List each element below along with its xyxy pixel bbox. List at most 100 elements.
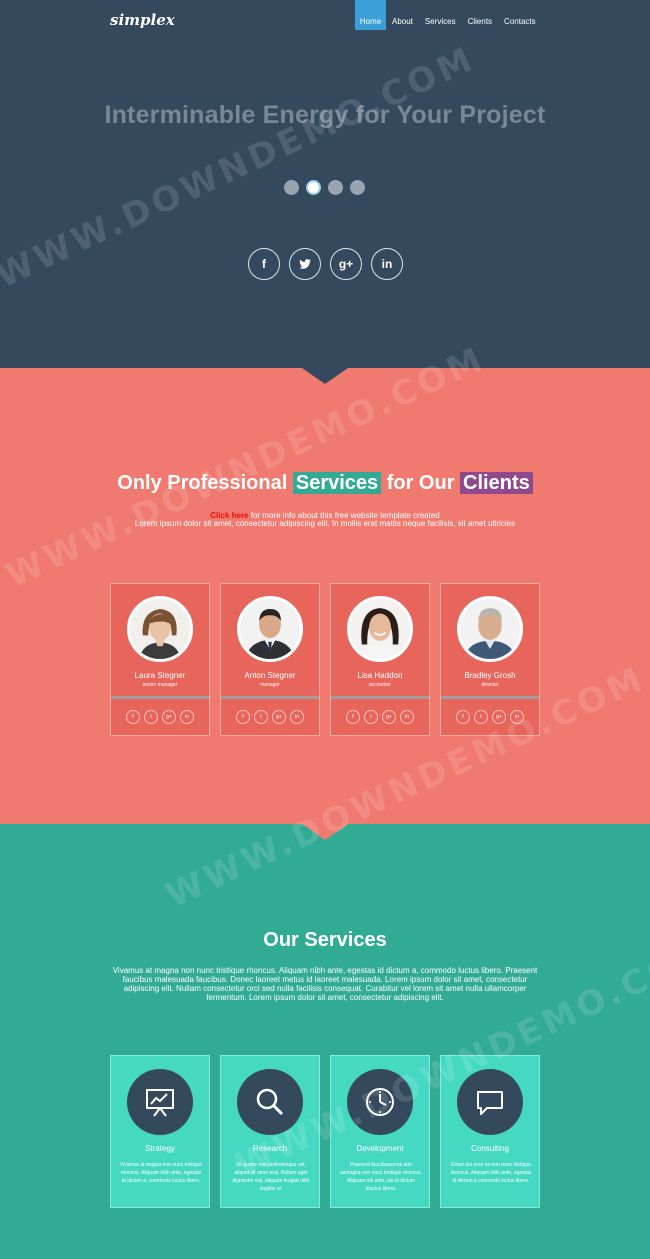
facebook-icon[interactable]: f (346, 710, 360, 724)
services-section: Our Services Vivamus at magna non nunc t… (0, 824, 650, 1259)
hero-social-links: f g+ in (248, 248, 403, 280)
service-desc: Vivamus at magna non nunc tristique rhon… (119, 1162, 203, 1184)
card-divider (331, 696, 429, 699)
google-plus-glyph: g+ (338, 257, 354, 271)
facebook-glyph: f (262, 257, 266, 271)
linkedin-icon[interactable]: in (290, 710, 304, 724)
presentation-chart-glyph (146, 1089, 174, 1117)
chat-bubble-glyph (477, 1091, 503, 1115)
member-social-links: f t g+ in (331, 710, 429, 724)
team-card: Anton Stegner manager f t g+ in (220, 583, 320, 736)
services-title: Our Services (263, 929, 387, 951)
team-title-part: Only Professional (117, 472, 293, 494)
hero-section: simplex Home About Services Clients Cont… (0, 0, 650, 368)
section-arrow (302, 824, 348, 840)
twitter-icon[interactable]: t (144, 710, 158, 724)
twitter-icon[interactable]: t (474, 710, 488, 724)
linkedin-icon[interactable]: in (400, 710, 414, 724)
slider-dot[interactable] (284, 180, 299, 195)
member-social-links: f t g+ in (111, 710, 209, 724)
hero-title: Interminable Energy for Your Project (104, 101, 546, 129)
avatar (127, 596, 193, 662)
service-name: Research (252, 1144, 288, 1153)
avatar (237, 596, 303, 662)
member-social-links: f t g+ in (441, 710, 539, 724)
team-title-part: for Our (381, 472, 461, 494)
service-desc: Ite auctor non pellentesque vel, aliquet… (232, 1162, 310, 1192)
magnifier-glyph (256, 1088, 284, 1116)
facebook-icon[interactable]: f (456, 710, 470, 724)
nav-item-home[interactable]: Home (355, 0, 386, 30)
services-description: Vivamus at magna non nunc tristique rhon… (112, 966, 538, 1002)
card-divider (111, 696, 209, 699)
facebook-icon[interactable]: f (236, 710, 250, 724)
service-desc: Etiam dui eros na non nunc tristique rho… (450, 1162, 532, 1184)
facebook-icon[interactable]: f (248, 248, 280, 280)
service-name: Consulting (471, 1144, 509, 1153)
service-name: Development (356, 1144, 404, 1153)
linkedin-glyph: in (381, 257, 393, 271)
twitter-icon[interactable]: t (364, 710, 378, 724)
avatar (347, 596, 413, 662)
member-name: Anton Stegner (244, 671, 296, 680)
member-name: Laura Stegner (134, 671, 186, 680)
clock-glyph (366, 1088, 394, 1116)
service-card-development[interactable]: Development Praesent faucibusamus ater a… (330, 1055, 430, 1208)
magnifier-icon (237, 1069, 303, 1135)
team-cards: Laura Stegner senior manager f t g+ in A… (110, 583, 540, 736)
man-portrait-icon (240, 599, 300, 659)
twitter-icon[interactable] (289, 248, 321, 280)
twitter-icon[interactable]: t (254, 710, 268, 724)
nav-item-about[interactable]: About (386, 0, 419, 30)
member-name: Lisa Haddon (357, 671, 403, 680)
clock-icon (347, 1069, 413, 1135)
team-section: Only Professional Services for Our Clien… (0, 368, 650, 824)
service-name: Strategy (145, 1144, 175, 1153)
nav-item-contacts[interactable]: Contacts (498, 0, 542, 30)
linkedin-icon[interactable]: in (371, 248, 403, 280)
google-plus-icon[interactable]: g+ (330, 248, 362, 280)
facebook-icon[interactable]: f (126, 710, 140, 724)
woman-portrait-icon (130, 599, 190, 659)
google-plus-icon[interactable]: g+ (162, 710, 176, 724)
nav-item-services[interactable]: Services (419, 0, 462, 30)
service-card-strategy[interactable]: Strategy Vivamus at magna non nunc trist… (110, 1055, 210, 1208)
team-title-highlight-clients: Clients (460, 472, 533, 494)
member-name: Bradley Grosh (464, 671, 516, 680)
linkedin-icon[interactable]: in (180, 710, 194, 724)
site-logo[interactable]: simplex (110, 11, 175, 29)
service-card-consulting[interactable]: Consulting Etiam dui eros na non nunc tr… (440, 1055, 540, 1208)
twitter-bird-icon (299, 259, 311, 269)
nav-item-clients[interactable]: Clients (462, 0, 498, 30)
team-title: Only Professional Services for Our Clien… (0, 472, 650, 495)
man-portrait-icon (460, 599, 520, 659)
section-arrow (302, 368, 348, 384)
member-role: manager (260, 682, 280, 688)
team-card: Bradley Grosh director f t g+ in (440, 583, 540, 736)
slider-dot-active[interactable] (306, 180, 321, 195)
card-divider (441, 696, 539, 699)
chat-bubble-icon (457, 1069, 523, 1135)
team-card: Lisa Haddon accounter f t g+ in (330, 583, 430, 736)
member-role: accounter (369, 682, 391, 688)
team-title-highlight-services: Services (292, 472, 382, 494)
member-role: senior manager (142, 682, 178, 688)
service-desc: Praesent faucibusamus ater asmagna non n… (340, 1162, 422, 1192)
member-social-links: f t g+ in (221, 710, 319, 724)
google-plus-icon[interactable]: g+ (382, 710, 396, 724)
card-divider (221, 696, 319, 699)
team-description: Lorem ipsum dolor sit amet, consectetur … (134, 519, 516, 528)
woman-portrait-icon (350, 599, 410, 659)
team-card: Laura Stegner senior manager f t g+ in (110, 583, 210, 736)
presentation-chart-icon (127, 1069, 193, 1135)
member-role: director (481, 682, 499, 688)
service-cards: Strategy Vivamus at magna non nunc trist… (110, 1055, 540, 1208)
main-nav: Home About Services Clients Contacts (355, 0, 542, 30)
slider-pagination (284, 180, 365, 195)
linkedin-icon[interactable]: in (510, 710, 524, 724)
google-plus-icon[interactable]: g+ (272, 710, 286, 724)
service-card-research[interactable]: Research Ite auctor non pellentesque vel… (220, 1055, 320, 1208)
slider-dot[interactable] (328, 180, 343, 195)
slider-dot[interactable] (350, 180, 365, 195)
google-plus-icon[interactable]: g+ (492, 710, 506, 724)
